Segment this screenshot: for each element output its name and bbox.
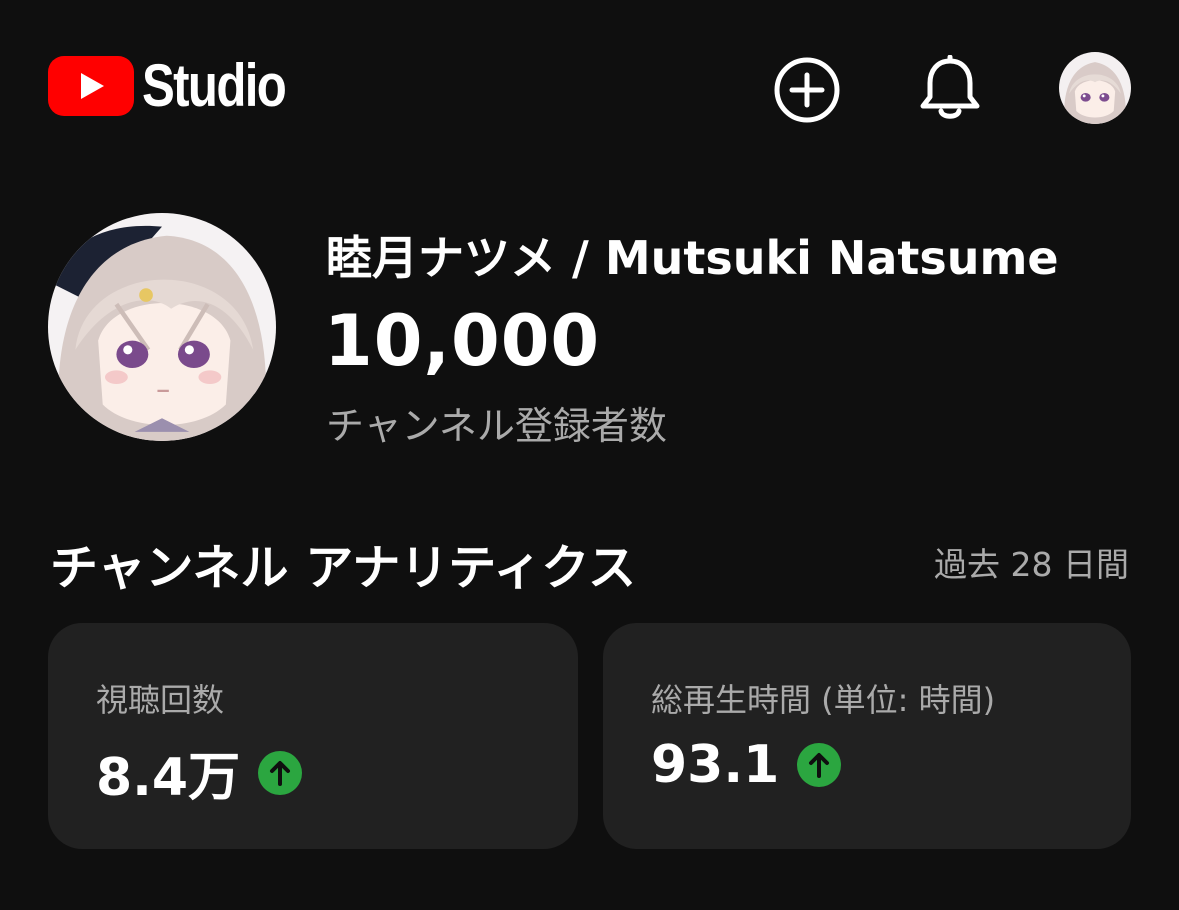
watch-time-card[interactable]: 総再生時間 (単位: 時間) 93.1 [603, 623, 1131, 849]
watch-time-label: 総再生時間 (単位: 時間) [651, 681, 996, 719]
views-card[interactable]: 視聴回数 8.4万 [48, 623, 578, 849]
subscriber-label: チャンネル登録者数 [326, 404, 667, 448]
create-button[interactable] [772, 55, 842, 125]
watch-time-value-row: 93.1 [651, 735, 842, 795]
channel-avatar-image [48, 213, 276, 441]
notifications-button[interactable] [915, 55, 985, 125]
channel-avatar[interactable] [48, 213, 276, 441]
bell-icon [920, 55, 980, 119]
channel-name: 睦月ナツメ / Mutsuki Natsume [326, 231, 1059, 285]
account-avatar[interactable] [1059, 52, 1131, 124]
add-circle-icon [774, 57, 840, 123]
views-label: 視聴回数 [96, 681, 225, 719]
views-value-row: 8.4万 [96, 735, 303, 810]
analytics-section-title: チャンネル アナリティクス [50, 540, 636, 596]
subscriber-count: 10,000 [324, 300, 601, 382]
analytics-period: 過去 28 日間 [934, 545, 1129, 584]
trend-up-icon [797, 743, 842, 787]
trend-up-icon [258, 750, 303, 795]
watch-time-value: 93.1 [651, 735, 780, 795]
top-bar: Studio [0, 0, 1179, 180]
studio-dashboard: Studio 睦月ナツメ / Mutsuki Natsume 10,000 チャ… [0, 0, 1179, 910]
studio-logo-text: Studio [142, 52, 287, 119]
avatar-image [1059, 52, 1131, 124]
views-value: 8.4万 [96, 748, 241, 808]
youtube-logo-icon [48, 56, 134, 116]
studio-logo[interactable]: Studio [48, 56, 317, 116]
